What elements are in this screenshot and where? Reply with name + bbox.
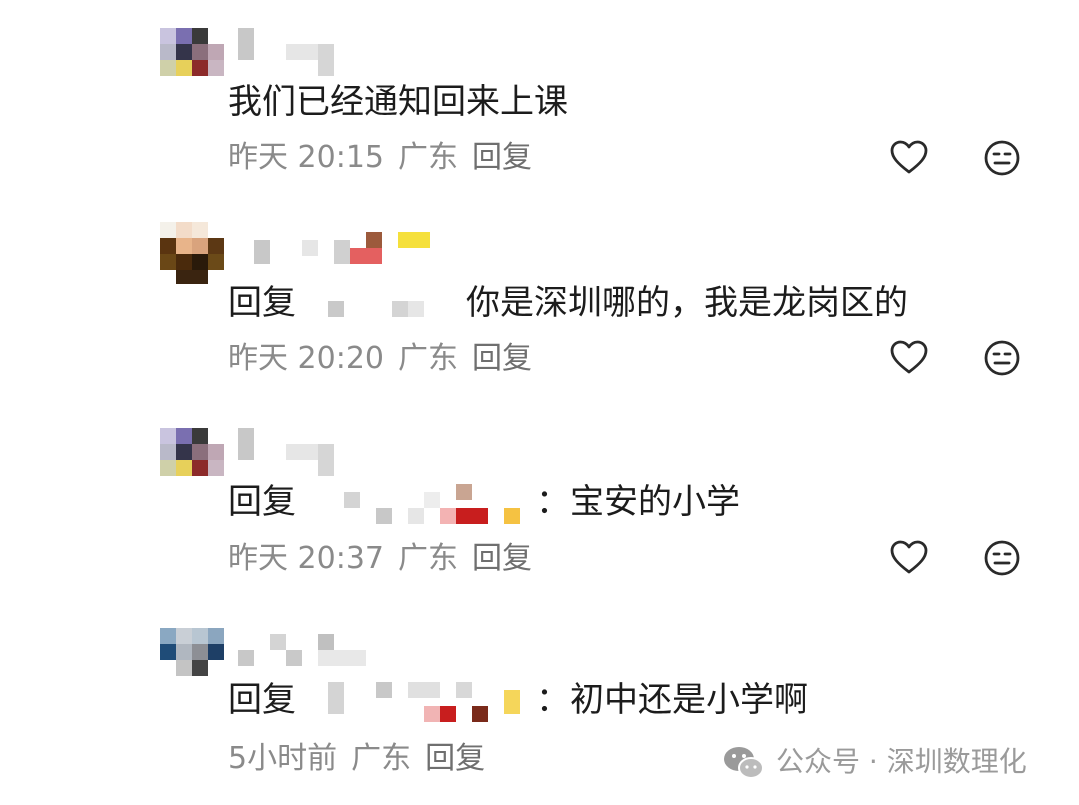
heart-outline-icon[interactable] [889,338,929,378]
comment-text: 我们已经通知回来上课 [228,82,568,122]
comment-meta: 昨天 20:20 广东 回复 [228,341,546,377]
reply-prefix: 回复 [228,680,296,720]
wechat-logo-icon [724,747,764,779]
comment-time: 昨天 20:37 [228,541,384,576]
comment-time: 5小时前 [228,741,338,776]
comment-location: 广东 [398,541,458,576]
neutral-face-icon[interactable] [982,338,1022,378]
comment-location: 广东 [398,140,458,175]
reply-body: 初中还是小学啊 [570,680,808,720]
heart-outline-icon[interactable] [889,538,929,578]
comment-text: 回复 你是深圳哪的，我是龙岗区的 [228,283,908,325]
avatar-pixelated[interactable] [160,222,224,284]
comment-meta: 5小时前 广东 回复 [228,741,499,777]
comment-meta: 昨天 20:37 广东 回复 [228,541,546,577]
comment-time: 昨天 20:20 [228,341,384,376]
mention-redacted[interactable] [296,483,536,524]
username-redacted[interactable] [238,634,438,682]
reply-button[interactable]: 回复 [472,140,532,175]
reply-separator: ： [536,482,570,522]
reply-prefix: 回复 [228,482,296,522]
comment-text: 回复 ：宝安的小学 [228,482,740,524]
username-redacted[interactable] [238,428,438,476]
reply-body: 宝安的小学 [570,482,740,522]
watermark-text: 公众号 · 深圳数理化 [776,745,1027,778]
reply-button[interactable]: 回复 [425,741,485,776]
comment-text: 回复 ：初中还是小学啊 [228,680,808,722]
avatar-pixelated[interactable] [160,428,224,478]
comment-location: 广东 [351,741,412,776]
username-redacted[interactable] [238,28,438,76]
reply-body: 你是深圳哪的，我是龙岗区的 [466,283,908,323]
username-redacted[interactable] [238,232,438,280]
mention-redacted[interactable] [296,285,466,325]
avatar-pixelated[interactable] [160,628,224,678]
reply-button[interactable]: 回复 [472,341,532,376]
reply-button[interactable]: 回复 [472,541,532,576]
neutral-face-icon[interactable] [982,138,1022,178]
reply-separator: ： [536,680,570,720]
mention-redacted[interactable] [296,681,536,722]
comment-meta: 昨天 20:15 广东 回复 [228,140,546,176]
comment-location: 广东 [398,341,458,376]
heart-outline-icon[interactable] [889,138,929,178]
neutral-face-icon[interactable] [982,538,1022,578]
watermark: 公众号 · 深圳数理化 [722,740,1027,784]
reply-prefix: 回复 [228,283,296,323]
comment-time: 昨天 20:15 [228,140,384,175]
avatar-pixelated[interactable] [160,28,224,78]
